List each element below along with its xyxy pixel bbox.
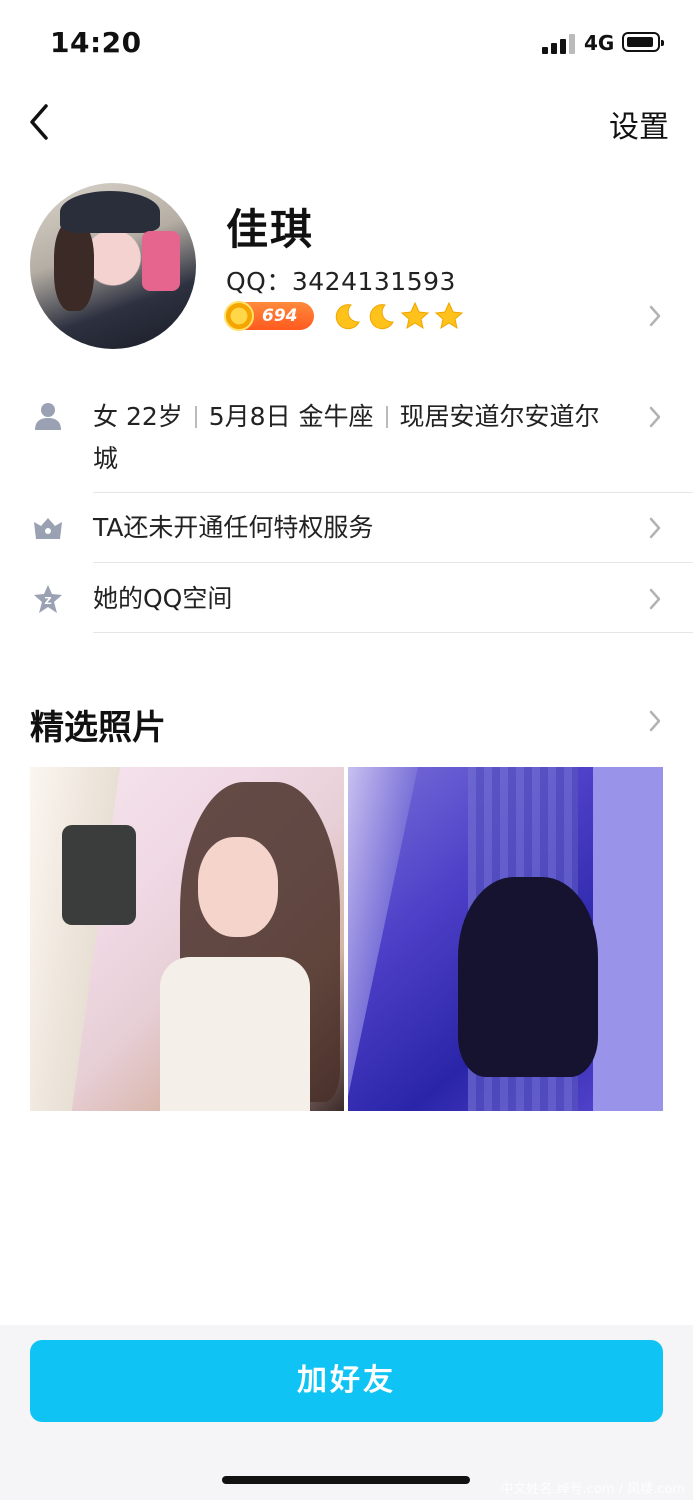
home-indicator[interactable] (222, 1476, 470, 1484)
qq-number: QQ：3424131593 (226, 267, 456, 296)
status-bar: 14:20 4G (0, 0, 693, 88)
level-badges[interactable]: 694 (224, 300, 464, 332)
divider (93, 562, 693, 563)
star-icon (400, 301, 430, 330)
chevron-left-icon (30, 104, 48, 140)
qzone-text: 她的QQ空间 (93, 584, 233, 613)
photos-title: 精选照片 (30, 708, 166, 748)
star-icon (434, 301, 464, 330)
moon-icon (369, 304, 394, 330)
photos-chevron-right-icon[interactable] (648, 709, 662, 733)
crown-icon (34, 518, 62, 539)
qzone-star-icon: Z (34, 585, 62, 613)
signal-icon (542, 34, 576, 54)
chevron-right-icon (648, 516, 662, 540)
birthday-zodiac: 5月8日 金牛座 (208, 402, 374, 431)
coin-level-badge: 694 (224, 301, 314, 331)
chevron-right-icon (648, 587, 662, 611)
privilege-text: TA还未开通任何特权服务 (93, 513, 374, 542)
profile-name: 佳琪 (226, 205, 315, 254)
profile-chevron-right-icon[interactable] (648, 304, 662, 328)
chevron-right-icon (648, 405, 662, 429)
photo-2[interactable] (348, 767, 663, 1111)
divider (93, 492, 693, 493)
age: 22岁 (125, 402, 183, 431)
person-icon (35, 403, 61, 430)
moon-icon (335, 304, 360, 330)
svg-text:Z: Z (44, 596, 51, 607)
photo-1[interactable] (30, 767, 344, 1111)
coin-level-value: 694 (262, 306, 298, 326)
gender: 女 (93, 402, 119, 431)
battery-icon (622, 32, 664, 52)
status-time: 14:20 (50, 26, 142, 59)
settings-button[interactable]: 设置 (609, 102, 669, 146)
network-type: 4G (584, 31, 615, 55)
watermark: 中文姓名.绰号.com / 风楼.com (500, 1482, 685, 1497)
divider (93, 632, 693, 633)
basic-info-text: 女 22岁 5月8日 金牛座 现居安道尔安道尔城 (93, 396, 623, 480)
add-friend-button[interactable]: 加好友 (30, 1340, 663, 1422)
coin-icon (224, 301, 254, 331)
avatar[interactable] (30, 183, 196, 349)
back-button[interactable] (26, 102, 56, 142)
